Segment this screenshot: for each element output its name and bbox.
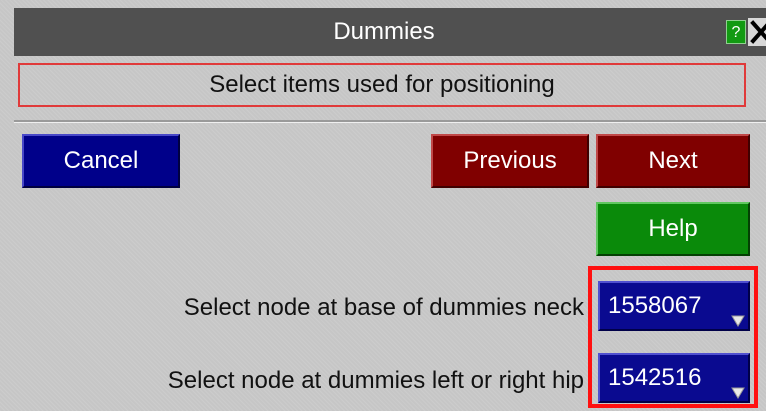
separator	[14, 120, 766, 123]
dummies-panel: Dummies ? Select items used for position…	[0, 0, 766, 411]
neck-node-value: 1558067	[608, 292, 702, 319]
hip-node-label: Select node at dummies left or right hip	[167, 367, 584, 394]
neck-node-selector[interactable]: 1558067	[598, 281, 750, 331]
dropdown-arrow-icon	[731, 315, 745, 327]
instruction-banner: Select items used for positioning	[18, 63, 746, 107]
next-button[interactable]: Next	[596, 134, 750, 188]
hip-node-value: 1542516	[608, 364, 702, 391]
window-title: Dummies	[333, 18, 435, 45]
neck-node-label: Select node at base of dummies neck	[183, 294, 584, 321]
close-icon	[750, 20, 766, 44]
help-question-button[interactable]: ?	[726, 20, 746, 44]
help-button[interactable]: Help	[596, 202, 750, 256]
hip-node-selector[interactable]: 1542516	[598, 353, 750, 403]
cancel-button[interactable]: Cancel	[22, 134, 180, 188]
dropdown-arrow-icon	[731, 387, 745, 399]
title-bar: Dummies ?	[14, 8, 766, 56]
previous-button[interactable]: Previous	[431, 134, 589, 188]
close-button[interactable]	[748, 18, 766, 46]
